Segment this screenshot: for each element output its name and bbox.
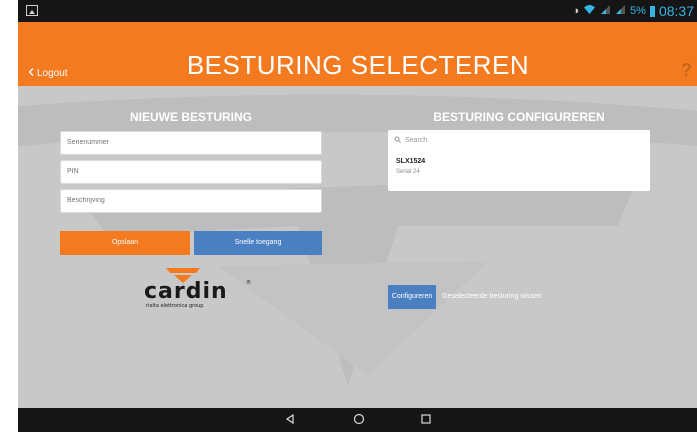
signal-icon-1	[600, 4, 611, 18]
status-icons: ◑ 5% 08:37	[572, 3, 694, 19]
back-icon[interactable]	[280, 412, 300, 428]
status-bar: ◑ 5% 08:37	[18, 0, 697, 22]
nfc-icon: ◑	[572, 5, 580, 17]
main-content: NIEUWE BESTURING Opslaan Snelle toegang …	[18, 86, 697, 408]
quick-access-button[interactable]: Snelle toegang	[194, 231, 322, 255]
list-item[interactable]: SLX1524 Serial 24	[396, 158, 425, 175]
home-icon[interactable]	[349, 412, 369, 428]
control-list: Search SLX1524 Serial 24	[388, 130, 650, 191]
clock: 08:37	[658, 3, 694, 19]
cardin-logo: cardin ® rielta elettronica group	[140, 266, 264, 312]
svg-text:rielta elettronica group: rielta elettronica group	[146, 303, 203, 309]
image-notification-icon	[26, 5, 38, 16]
description-field[interactable]	[60, 189, 322, 213]
help-icon[interactable]: ?	[681, 60, 692, 81]
signal-icon-2	[615, 4, 626, 18]
app-header: Logout BESTURING SELECTEREN ?	[18, 22, 697, 86]
configure-control-heading: BESTURING CONFIGUREREN	[433, 110, 605, 124]
search-placeholder: Search	[405, 137, 428, 144]
svg-text:®: ®	[246, 279, 251, 286]
pin-field[interactable]	[60, 160, 322, 184]
search-icon	[394, 136, 401, 145]
save-button[interactable]: Opslaan	[60, 231, 190, 255]
page-title: BESTURING SELECTEREN	[186, 50, 530, 80]
battery-percent: 5%	[630, 5, 646, 17]
system-nav-bar	[18, 408, 697, 432]
clear-selection-button[interactable]: Geselecteerde besturing wissen	[442, 285, 542, 309]
wifi-icon	[583, 4, 596, 18]
search-field[interactable]: Search	[394, 136, 427, 145]
control-name: SLX1524	[396, 158, 426, 165]
control-serial: Serial 24	[396, 169, 420, 175]
configure-button[interactable]: Configureren	[388, 285, 436, 309]
tablet-screen: ◑ 5% 08:37 Logout BESTURING SELECTEREN ?	[18, 0, 697, 432]
battery-icon	[649, 5, 655, 17]
new-control-heading: NIEUWE BESTURING	[129, 110, 252, 124]
svg-text:cardin: cardin	[144, 279, 228, 304]
recent-apps-icon[interactable]	[416, 412, 436, 428]
serial-number-field[interactable]	[60, 131, 322, 155]
